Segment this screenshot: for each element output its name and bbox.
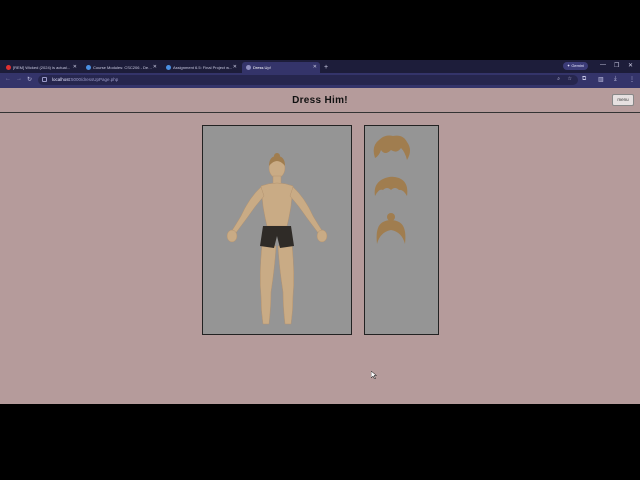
tab-label: Dress Up! bbox=[253, 65, 271, 70]
page-header: Dress Him! menu bbox=[0, 88, 640, 113]
back-arrow-icon[interactable]: ← bbox=[5, 76, 11, 82]
tab-favicon-icon bbox=[166, 65, 171, 70]
close-tab-icon[interactable]: ✕ bbox=[233, 64, 237, 70]
paper-doll-figure bbox=[226, 153, 328, 325]
side-panel-icon[interactable]: ▥ bbox=[598, 76, 604, 83]
mouse-cursor-icon bbox=[371, 371, 377, 379]
restore-icon[interactable]: ❐ bbox=[614, 62, 619, 69]
download-icon[interactable]: ⤓ bbox=[614, 76, 617, 83]
gemini-button[interactable]: ✦ Gemini bbox=[562, 62, 588, 70]
minimize-icon[interactable]: — bbox=[600, 62, 606, 68]
extensions-icon[interactable]: ⧉ bbox=[582, 76, 586, 83]
page-title: Dress Him! bbox=[292, 95, 348, 106]
close-tab-icon[interactable]: ✕ bbox=[313, 64, 317, 70]
more-menu-icon[interactable]: ⋮ bbox=[629, 76, 635, 83]
page-body: Dress Him! menu bbox=[0, 88, 640, 404]
new-tab-button[interactable]: + bbox=[324, 62, 328, 73]
close-tab-icon[interactable]: ✕ bbox=[153, 64, 157, 70]
browser-tab-4[interactable]: Dress Up! ✕ bbox=[242, 62, 320, 73]
tab-label: Assignment 6.5: Final Project w... bbox=[173, 65, 233, 70]
forward-arrow-icon[interactable]: → bbox=[16, 76, 22, 82]
zoom-icon[interactable]: ⌕ bbox=[557, 76, 560, 82]
window-close-icon[interactable]: ✕ bbox=[628, 62, 633, 69]
url-text: localhost:5000/dressUpPage.php bbox=[52, 77, 119, 82]
hair-options-panel bbox=[364, 125, 439, 335]
reload-icon[interactable]: ↻ bbox=[27, 76, 32, 83]
bookmark-star-icon[interactable]: ☆ bbox=[568, 76, 572, 82]
browser-tab-1[interactable]: [REM] Wicked (2024) is actual... ✕ bbox=[2, 62, 80, 73]
close-tab-icon[interactable]: ✕ bbox=[73, 64, 77, 70]
globe-icon bbox=[246, 65, 251, 70]
browser-toolbar: ← → ↻ localhost:5000/dressUpPage.php ⌕ ☆… bbox=[0, 73, 640, 88]
tab-label: [REM] Wicked (2024) is actual... bbox=[13, 65, 71, 70]
hair-option-messy[interactable] bbox=[369, 132, 413, 166]
doll-panel bbox=[202, 125, 352, 335]
tab-label: Course Modules: CSC206 - Dev... bbox=[93, 65, 153, 70]
menu-button[interactable]: menu bbox=[612, 94, 634, 106]
tab-favicon-icon bbox=[6, 65, 11, 70]
browser-tab-2[interactable]: Course Modules: CSC206 - Dev... ✕ bbox=[82, 62, 160, 73]
address-bar[interactable]: localhost:5000/dressUpPage.php ⌕ ☆ bbox=[38, 75, 578, 85]
video-letterbox-top bbox=[0, 0, 640, 60]
site-info-icon[interactable] bbox=[42, 77, 47, 82]
hair-option-bun[interactable] bbox=[369, 212, 413, 246]
browser-tab-3[interactable]: Assignment 6.5: Final Project w... ✕ bbox=[162, 62, 240, 73]
video-letterbox-bottom bbox=[0, 404, 640, 480]
tab-favicon-icon bbox=[86, 65, 91, 70]
browser-tab-strip: [REM] Wicked (2024) is actual... ✕ Cours… bbox=[0, 60, 640, 73]
hair-option-spiky[interactable] bbox=[369, 172, 413, 206]
